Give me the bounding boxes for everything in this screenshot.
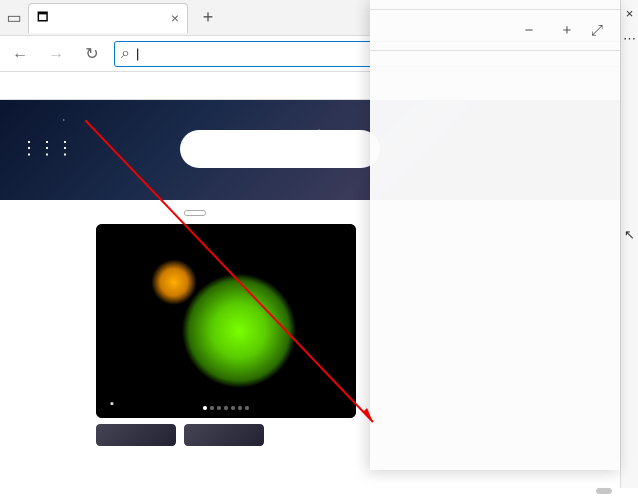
- close-tab-icon[interactable]: ×: [171, 10, 179, 26]
- forward-button: →: [42, 40, 70, 68]
- new-tab-button[interactable]: +: [194, 7, 222, 28]
- web-search-box[interactable]: [180, 130, 380, 168]
- more-icon[interactable]: ⋯: [623, 31, 636, 47]
- cursor-icon: ↖: [624, 227, 635, 243]
- browser-tab[interactable]: 🗖 ×: [28, 3, 188, 33]
- app-launcher-icon[interactable]: ⋮⋮⋮: [20, 138, 74, 159]
- zoom-out-button[interactable]: −: [518, 22, 540, 39]
- close-icon[interactable]: ×: [626, 6, 634, 21]
- tab-actions-icon[interactable]: ▭: [0, 0, 28, 36]
- feed-customize-button[interactable]: [184, 210, 206, 216]
- settings-and-more-menu: − + ⤢: [370, 0, 620, 470]
- news-card[interactable]: ▪: [96, 224, 356, 418]
- caption-text: [0, 488, 638, 500]
- page-icon: 🗖: [37, 8, 48, 29]
- carousel-dots: [203, 406, 249, 410]
- back-button[interactable]: ←: [6, 40, 34, 68]
- news-source: ▪: [110, 398, 114, 410]
- fullscreen-button[interactable]: ⤢: [586, 22, 608, 39]
- right-sidebar: × ⋯ ↖: [620, 0, 638, 500]
- zoom-in-button[interactable]: +: [556, 22, 578, 39]
- zoom-row: − + ⤢: [370, 13, 620, 47]
- refresh-button[interactable]: ↻: [78, 40, 106, 68]
- search-icon: ⌕: [121, 45, 130, 63]
- watermark: [596, 488, 612, 494]
